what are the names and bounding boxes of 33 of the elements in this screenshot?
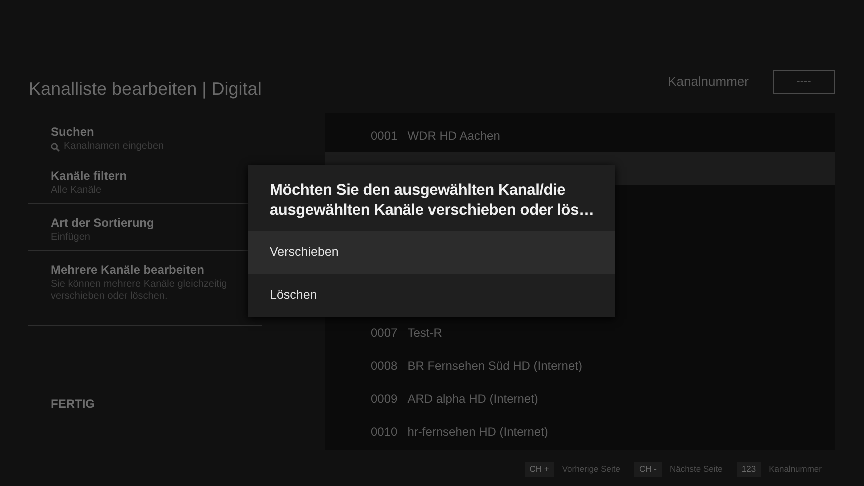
menu-item-title: Mehrere Kanäle bearbeiten [51,262,206,279]
channel-row[interactable]: 0008 BR Fernsehen Süd HD (Internet) [325,349,835,382]
channel-number: 0008 [371,358,398,374]
channel-number: 0010 [371,424,398,440]
key-hint: CH + [524,462,554,477]
channel-number-field[interactable]: ---- [773,70,835,94]
search-icon [51,142,60,152]
menu-item-title: Art der Sortierung [51,215,156,232]
hint-label: Nächste Seite [670,463,723,476]
hint-label: Kanalnummer [769,463,822,476]
hint-label: Vorherige Seite [562,463,620,476]
dialog-option[interactable]: Verschieben [248,231,615,274]
menu-item-title: Suchen [51,124,96,141]
key-hint: CH - [634,462,662,477]
key-hint: 123 [736,462,762,477]
channel-row[interactable]: 0001 WDR HD Aachen [325,119,835,152]
channel-number: 0009 [371,390,398,408]
channel-name: ARD alpha HD (Internet) [408,390,538,408]
dialog-option[interactable]: Löschen [248,274,615,318]
channel-number-label: Kanalnummer [668,73,749,92]
channel-name: Test-R [408,324,442,342]
menu-item-title: Kanäle filtern [51,168,128,185]
channel-name: hr-fernsehen HD (Internet) [408,424,548,440]
channel-number: 0001 [371,128,398,144]
channel-row[interactable]: 0009 ARD alpha HD (Internet) [325,382,835,415]
page-title: Kanalliste bearbeiten | Digital [29,78,262,101]
channel-row[interactable]: 0010 hr-fernsehen HD (Internet) [325,415,835,448]
done-button[interactable]: FERTIG [51,395,262,413]
dialog-title: Möchten Sie den ausgewählten Kanal/die ausgewählten Kanäle verschieben oder lös… [269,181,596,222]
channel-name: BR Fernsehen Süd HD (Internet) [408,358,582,374]
channel-name: WDR HD Aachen [408,128,500,144]
channel-number: 0007 [371,324,398,342]
channel-row[interactable]: 0007 Test-R [325,316,835,349]
